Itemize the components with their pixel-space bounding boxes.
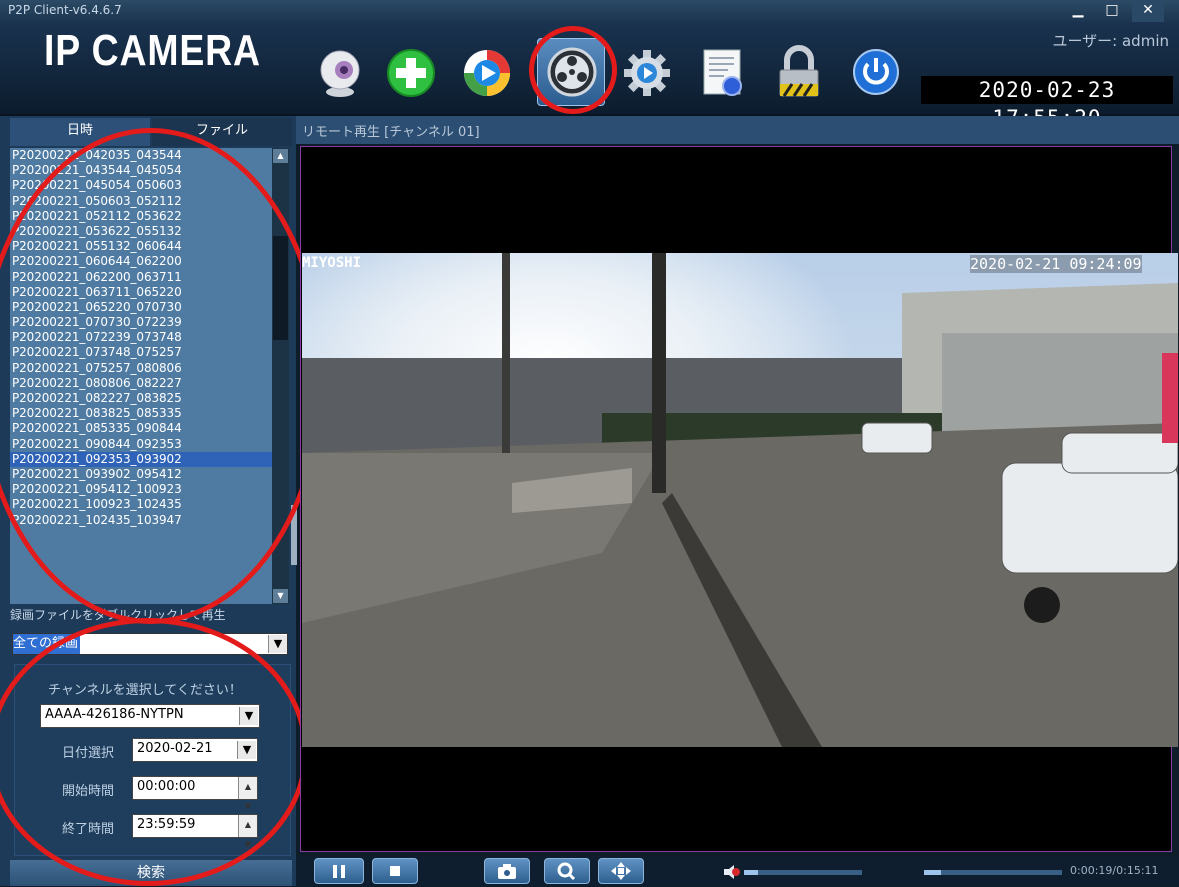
stop-button[interactable] (372, 858, 418, 884)
add-device-icon[interactable] (386, 48, 450, 112)
settings-gear-icon[interactable] (622, 48, 686, 112)
chevron-down-icon[interactable]: ▼ (268, 635, 287, 653)
osd-timestamp: 2020-02-21 09:24:09 (970, 255, 1142, 273)
mute-speaker-icon[interactable] (722, 864, 742, 880)
annotation-circle-search-panel (0, 618, 308, 886)
pause-icon (333, 865, 345, 878)
playback-progress-slider[interactable] (924, 864, 1064, 880)
move-arrows-icon (611, 862, 631, 880)
scroll-up-button[interactable]: ▲ (273, 149, 288, 163)
window-titlebar[interactable] (0, 0, 1179, 22)
lock-icon[interactable] (774, 44, 838, 108)
webcam-icon[interactable] (312, 44, 376, 108)
playback-timecode: 0:00:19/0:15:11 (1070, 864, 1159, 877)
annotation-circle-playback (529, 26, 617, 114)
close-button[interactable]: ✕ (1132, 0, 1164, 22)
video-frame (302, 253, 1178, 747)
minimize-button[interactable]: ▁ (1062, 0, 1094, 22)
volume-slider[interactable] (744, 864, 864, 880)
playback-title: リモート再生 [チャンネル 01] (302, 125, 480, 140)
log-document-icon[interactable] (698, 46, 762, 110)
playback-progress-fill (924, 870, 941, 875)
zoom-button[interactable] (544, 858, 590, 884)
fullscreen-button[interactable] (598, 858, 644, 884)
brand-logo: IP CAMERA (44, 26, 261, 75)
osd-camera-name: MIYOSHI (302, 255, 362, 271)
stop-icon (390, 866, 400, 876)
camera-icon (498, 864, 516, 879)
maximize-button[interactable]: □ (1096, 0, 1128, 22)
volume-level (744, 870, 758, 875)
power-icon[interactable] (852, 48, 916, 112)
user-label: ユーザー: admin (1052, 32, 1169, 50)
pause-button[interactable] (314, 858, 364, 884)
play-live-icon[interactable] (462, 48, 526, 112)
app-title: P2P Client-v6.4.6.7 (8, 3, 122, 17)
magnifier-icon (557, 862, 576, 881)
snapshot-button[interactable] (484, 858, 530, 884)
system-clock: 2020-02-23 17:55:20 (921, 76, 1173, 130)
scroll-down-button[interactable]: ▼ (273, 589, 288, 603)
